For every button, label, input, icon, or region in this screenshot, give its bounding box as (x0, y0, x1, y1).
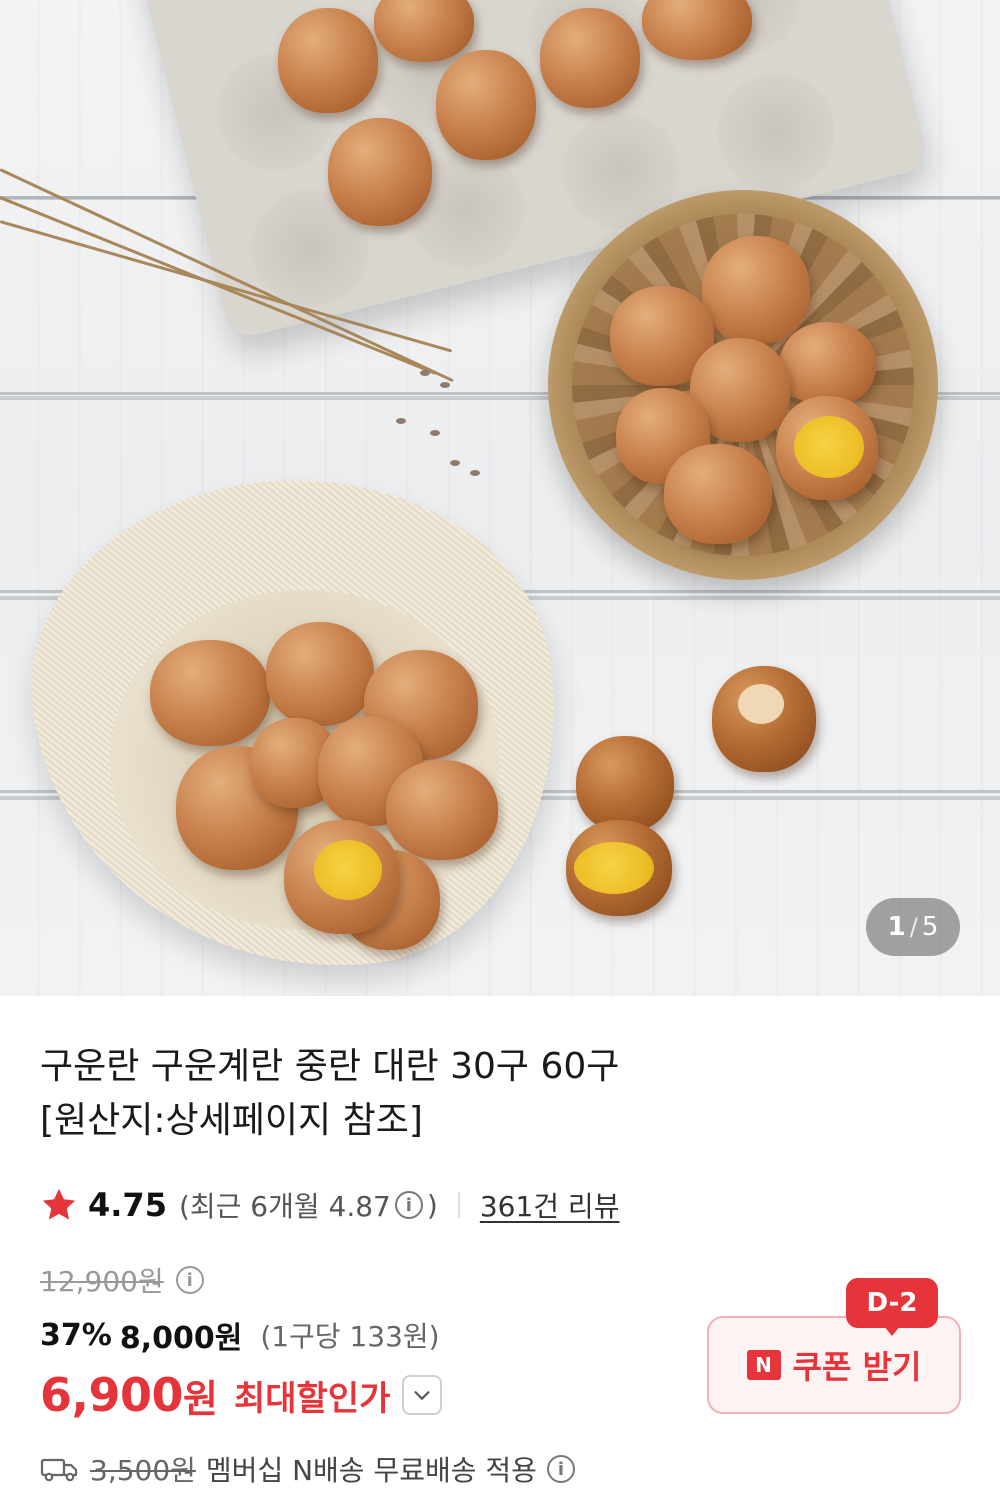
original-shipping-fee: 3,500원 (90, 1454, 196, 1487)
egg (266, 622, 374, 726)
price-detail-toggle[interactable] (402, 1375, 443, 1415)
peeled-egg (576, 736, 674, 832)
egg (540, 8, 640, 108)
max-discount-label: 최대할인가 (233, 1378, 391, 1419)
egg (278, 8, 378, 113)
discount-row: 37% 8,000원 (1구당 133원) (40, 1312, 440, 1358)
unit-price: (1구당 133원) (260, 1320, 440, 1353)
egg (150, 640, 270, 746)
truck-icon (40, 1458, 78, 1482)
chevron-down-icon (414, 1391, 430, 1400)
divider (457, 1192, 460, 1218)
egg (780, 322, 876, 406)
info-icon[interactable]: i (175, 1266, 204, 1294)
recent-rating: (최근 6개월 4.87 (178, 1190, 391, 1223)
star-icon (42, 1188, 76, 1220)
halved-egg (284, 820, 400, 934)
dday-badge: D-2 (846, 1278, 938, 1328)
info-icon[interactable]: i (546, 1455, 575, 1483)
info-icon[interactable]: i (394, 1191, 423, 1219)
rating-row: 4.75 (최근 6개월 4.87 i ) 361건 리뷰 (40, 1180, 619, 1230)
coupon-label: 쿠폰 받기 (792, 1348, 922, 1386)
product-origin: [원산지:상세페이지 참조] (40, 1100, 423, 1141)
original-price-row: 12,900원 i (40, 1258, 208, 1302)
product-title: 구운란 구운계란 중란 대란 30구 60구 [원산지:상세페이지 참조] (40, 1040, 940, 1148)
counter-current: 1 (887, 912, 906, 942)
shipping-note: 멤버십 N배송 무료배송 적용 (205, 1454, 537, 1487)
naver-n-icon: N (746, 1350, 781, 1380)
recent-rating-close: ) (426, 1188, 438, 1222)
halved-egg (566, 820, 672, 916)
product-title-line: 구운란 구운계란 중란 대란 30구 60구 (40, 1046, 620, 1087)
image-counter: 1 / 5 (866, 898, 960, 956)
coupon-button[interactable]: N 쿠폰 받기 (707, 1316, 961, 1414)
product-image-carousel[interactable]: 1 / 5 (0, 0, 1000, 996)
original-price: 12,900원 (40, 1265, 164, 1298)
discounted-price: 8,000원 (119, 1321, 243, 1356)
shipping-row: 3,500원 멤버십 N배송 무료배송 적용 i (40, 1446, 579, 1492)
discount-percent: 37% (40, 1317, 112, 1353)
rating-score: 4.75 (88, 1186, 167, 1224)
review-count-link[interactable]: 361건 리뷰 (480, 1185, 620, 1225)
egg (328, 118, 432, 226)
halved-egg (776, 396, 878, 500)
peeled-egg-half (712, 666, 816, 772)
final-price-currency: 원 (183, 1376, 218, 1421)
egg (664, 444, 772, 544)
egg (436, 50, 536, 160)
final-price: 6,900 (40, 1368, 184, 1422)
egg (702, 236, 810, 344)
counter-separator: / (909, 913, 918, 941)
dday-badge-tail (884, 1326, 900, 1336)
egg (386, 760, 498, 860)
counter-total: 5 (921, 912, 939, 942)
final-price-row: 6,900 원 최대할인가 (40, 1362, 443, 1428)
